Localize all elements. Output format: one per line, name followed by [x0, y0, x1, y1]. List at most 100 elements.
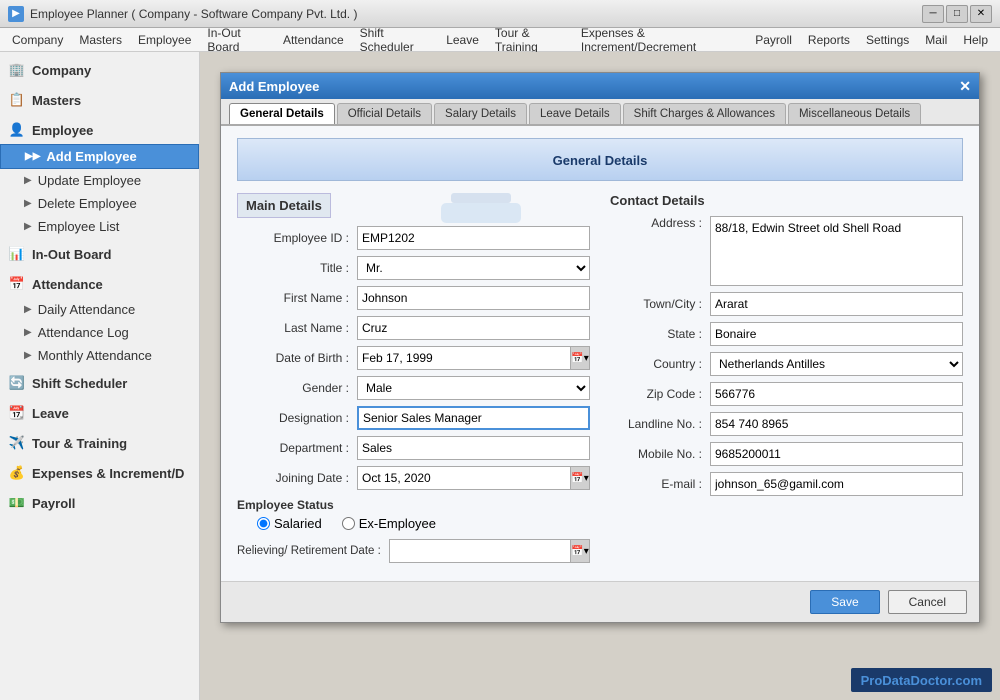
employee-icon: 👤 — [8, 121, 26, 139]
relieving-date-row: Relieving/ Retirement Date : 📅▾ — [237, 539, 590, 563]
menu-expenses[interactable]: Expenses & Increment/Decrement — [573, 24, 747, 56]
sidebar-group-expenses-header[interactable]: 💰 Expenses & Increment/D — [0, 459, 199, 487]
daily-attendance-label: Daily Attendance — [38, 302, 136, 317]
sidebar-group-shift-header[interactable]: 🔄 Shift Scheduler — [0, 369, 199, 397]
dob-calendar-button[interactable]: 📅▾ — [570, 346, 590, 370]
restore-button[interactable]: □ — [946, 5, 968, 23]
tab-general-details[interactable]: General Details — [229, 103, 335, 124]
sidebar-item-add-employee[interactable]: ▶▶ Add Employee — [0, 144, 199, 169]
sidebar-item-daily-attendance[interactable]: ▶ Daily Attendance — [0, 298, 199, 321]
menu-payroll[interactable]: Payroll — [747, 31, 800, 49]
joining-date-calendar-button[interactable]: 📅▾ — [570, 466, 590, 490]
menu-in-out-board[interactable]: In-Out Board — [199, 24, 275, 56]
radio-salaried-label: Salaried — [274, 516, 322, 531]
title-select[interactable]: Mr.Mrs.Ms.Dr. — [357, 256, 590, 280]
radio-salaried-input[interactable] — [257, 517, 270, 530]
email-label: E-mail : — [610, 477, 710, 491]
sidebar-group-attendance-header[interactable]: 📅 Attendance — [0, 270, 199, 298]
menu-tour-training[interactable]: Tour & Training — [487, 24, 573, 56]
dialog-title-bar: Add Employee ✕ — [221, 73, 979, 99]
employee-list-arrow: ▶ — [24, 221, 32, 232]
email-input[interactable] — [710, 472, 963, 496]
menu-masters[interactable]: Masters — [71, 31, 130, 49]
department-input[interactable] — [357, 436, 590, 460]
country-row: Country : Netherlands Antilles USA UK In… — [610, 352, 963, 376]
landline-input[interactable] — [710, 412, 963, 436]
first-name-input[interactable] — [357, 286, 590, 310]
tab-leave-details[interactable]: Leave Details — [529, 103, 621, 124]
menu-reports[interactable]: Reports — [800, 31, 858, 49]
town-city-input[interactable] — [710, 292, 963, 316]
joining-date-row: Joining Date : 📅▾ — [237, 466, 590, 490]
tab-salary-details[interactable]: Salary Details — [434, 103, 527, 124]
app-title: Employee Planner ( Company - Software Co… — [30, 7, 357, 21]
company-icon: 🏢 — [8, 61, 26, 79]
department-label: Department : — [237, 441, 357, 455]
menu-employee[interactable]: Employee — [130, 31, 199, 49]
state-input[interactable] — [710, 322, 963, 346]
menu-help[interactable]: Help — [955, 31, 996, 49]
sidebar-group-leave-header[interactable]: 📆 Leave — [0, 399, 199, 427]
radio-salaried[interactable]: Salaried — [257, 516, 322, 531]
sidebar-group-company: 🏢 Company — [0, 56, 199, 84]
window-controls[interactable]: ─ □ ✕ — [922, 5, 992, 23]
app-icon: ▶ — [8, 6, 24, 22]
save-button[interactable]: Save — [810, 590, 879, 614]
tab-miscellaneous[interactable]: Miscellaneous Details — [788, 103, 921, 124]
zip-code-input[interactable] — [710, 382, 963, 406]
tour-icon: ✈️ — [8, 434, 26, 452]
relieving-date-input[interactable] — [389, 539, 570, 563]
payroll-icon: 💵 — [8, 494, 26, 512]
sidebar-group-shift-scheduler: 🔄 Shift Scheduler — [0, 369, 199, 397]
landline-row: Landline No. : — [610, 412, 963, 436]
gender-select[interactable]: MaleFemaleOther — [357, 376, 590, 400]
menu-attendance[interactable]: Attendance — [275, 31, 352, 49]
menu-company[interactable]: Company — [4, 31, 71, 49]
country-select[interactable]: Netherlands Antilles USA UK India — [710, 352, 963, 376]
mobile-input[interactable] — [710, 442, 963, 466]
sidebar-group-in-out-header[interactable]: 📊 In-Out Board — [0, 240, 199, 268]
dob-input[interactable] — [357, 346, 570, 370]
sidebar-group-payroll-header[interactable]: 💵 Payroll — [0, 489, 199, 517]
sidebar-group-company-header[interactable]: 🏢 Company — [0, 56, 199, 84]
main-details-header: Main Details — [237, 193, 331, 218]
shift-label: Shift Scheduler — [32, 376, 127, 391]
watermark-suffix: .com — [952, 673, 982, 688]
sidebar-item-update-employee[interactable]: ▶ Update Employee — [0, 169, 199, 192]
designation-row: Designation : — [237, 406, 590, 430]
menu-mail[interactable]: Mail — [917, 31, 955, 49]
sidebar-group-tour-header[interactable]: ✈️ Tour & Training — [0, 429, 199, 457]
sidebar-group-employee-header[interactable]: 👤 Employee — [0, 116, 199, 144]
add-employee-label: Add Employee — [46, 149, 136, 164]
address-input[interactable]: 88/18, Edwin Street old Shell Road — [710, 216, 963, 286]
sidebar-item-delete-employee[interactable]: ▶ Delete Employee — [0, 192, 199, 215]
masters-icon: 📋 — [8, 91, 26, 109]
menu-settings[interactable]: Settings — [858, 31, 917, 49]
sidebar-item-employee-list[interactable]: ▶ Employee List — [0, 215, 199, 238]
joining-date-input[interactable] — [357, 466, 570, 490]
landline-label: Landline No. : — [610, 417, 710, 431]
tab-shift-charges[interactable]: Shift Charges & Allowances — [623, 103, 786, 124]
dialog-close-button[interactable]: ✕ — [959, 78, 971, 95]
last-name-input[interactable] — [357, 316, 590, 340]
close-button[interactable]: ✕ — [970, 5, 992, 23]
first-name-label: First Name : — [237, 291, 357, 305]
contact-details-header: Contact Details — [610, 193, 963, 208]
radio-ex-employee[interactable]: Ex-Employee — [342, 516, 436, 531]
monthly-attendance-label: Monthly Attendance — [38, 348, 152, 363]
tab-official-details[interactable]: Official Details — [337, 103, 432, 124]
sidebar-item-monthly-attendance[interactable]: ▶ Monthly Attendance — [0, 344, 199, 367]
radio-ex-employee-label: Ex-Employee — [359, 516, 436, 531]
cancel-button[interactable]: Cancel — [888, 590, 967, 614]
content-area: Add Employee ✕ General Details Official … — [200, 52, 1000, 700]
sidebar-item-attendance-log[interactable]: ▶ Attendance Log — [0, 321, 199, 344]
minimize-button[interactable]: ─ — [922, 5, 944, 23]
radio-ex-employee-input[interactable] — [342, 517, 355, 530]
sidebar-group-masters-header[interactable]: 📋 Masters — [0, 86, 199, 114]
menu-leave[interactable]: Leave — [438, 31, 487, 49]
menu-shift-scheduler[interactable]: Shift Scheduler — [352, 24, 439, 56]
sidebar-group-tour-training: ✈️ Tour & Training — [0, 429, 199, 457]
relieving-date-calendar-button[interactable]: 📅▾ — [570, 539, 590, 563]
designation-input[interactable] — [357, 406, 590, 430]
daily-arrow: ▶ — [24, 304, 32, 315]
